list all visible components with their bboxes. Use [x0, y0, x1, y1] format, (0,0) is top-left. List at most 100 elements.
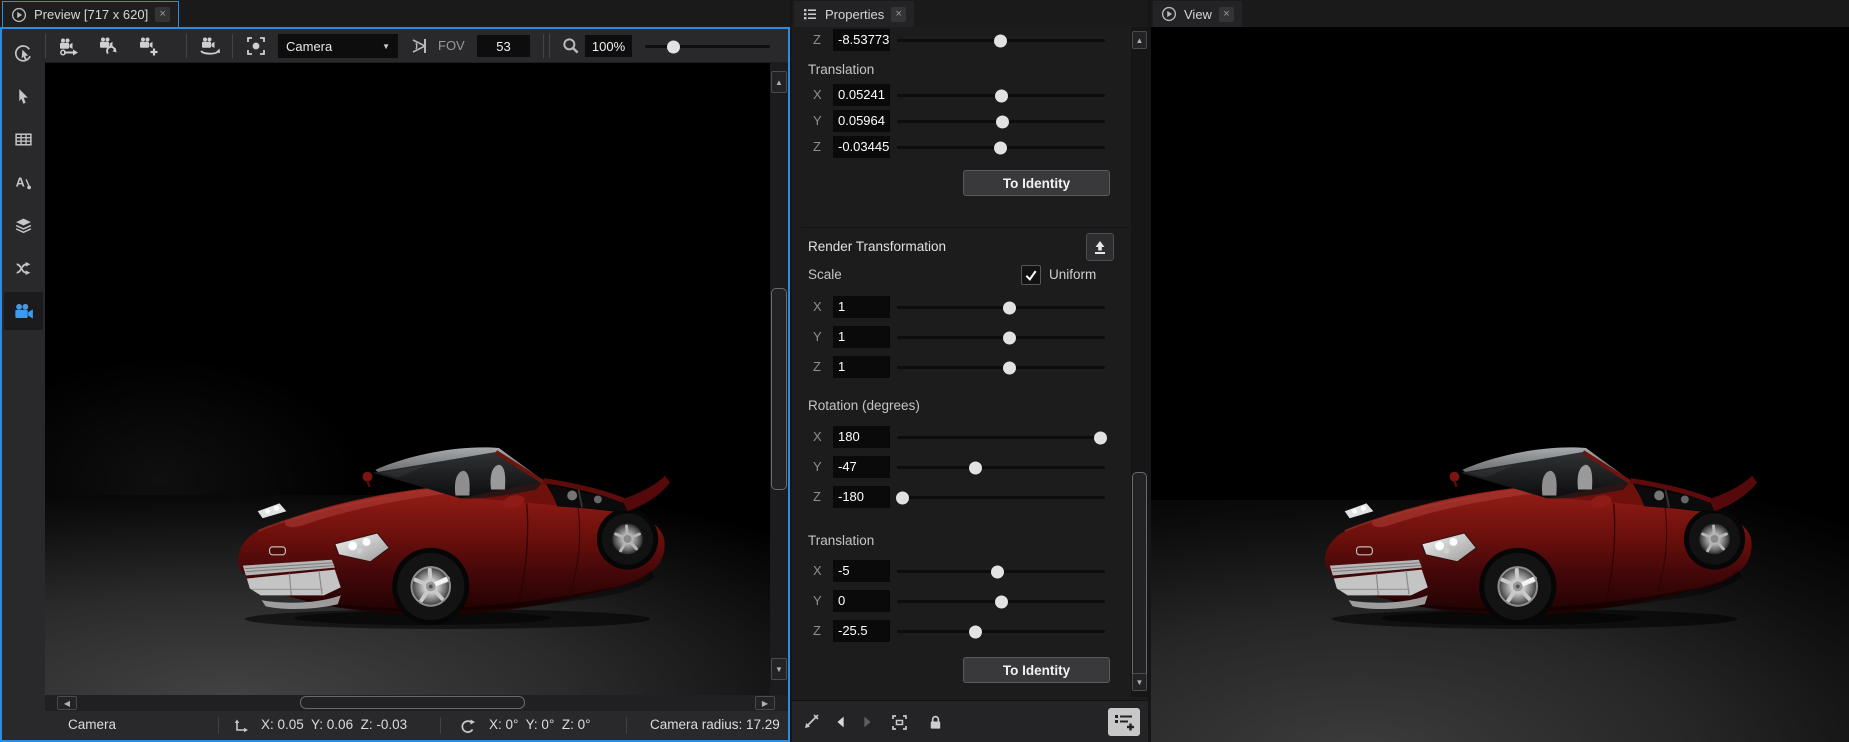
slider-thumb[interactable]: [667, 40, 680, 53]
viewport-hscrollbar[interactable]: ◀ ▶: [45, 695, 788, 711]
slider-thumb[interactable]: [1094, 431, 1107, 444]
value-input[interactable]: 1: [833, 356, 890, 378]
slider[interactable]: [897, 600, 1105, 603]
uniform-checkbox[interactable]: [1021, 265, 1041, 285]
slider-thumb[interactable]: [994, 34, 1007, 47]
slider[interactable]: [897, 630, 1105, 633]
scroll-up-icon[interactable]: ▲: [771, 71, 787, 93]
scroll-left-icon[interactable]: ◀: [57, 696, 77, 710]
camera-select-dropdown[interactable]: Camera ▼: [278, 34, 398, 58]
slider[interactable]: [897, 366, 1105, 369]
status-position: X: 0.05 Y: 0.06 Z: -0.03: [261, 717, 407, 732]
sidebar-item-camera[interactable]: [4, 292, 43, 330]
slider[interactable]: [897, 336, 1105, 339]
value-input[interactable]: 0.05241: [833, 84, 890, 106]
camera-select-value: Camera: [286, 39, 332, 54]
value-input[interactable]: -180: [833, 486, 890, 508]
fov-input[interactable]: 53: [477, 35, 530, 57]
properties-scrollbar[interactable]: ▲ ▼: [1131, 27, 1148, 697]
zoom-button: [557, 32, 585, 60]
slider-thumb[interactable]: [1003, 331, 1016, 344]
properties-panel: Properties × Z -8.53773 Translation X 0.…: [792, 0, 1148, 742]
slider[interactable]: [897, 436, 1105, 439]
sidebar-item-graph[interactable]: [4, 249, 43, 287]
sidebar-item-select[interactable]: [4, 77, 43, 115]
fit-frame-button[interactable]: [886, 709, 912, 735]
slider[interactable]: [897, 94, 1105, 97]
viewport-vscrollbar[interactable]: ▲ ▼: [770, 63, 788, 695]
scroll-up-icon[interactable]: ▲: [1132, 31, 1147, 49]
slider[interactable]: [897, 146, 1105, 149]
sidebar-item-pick[interactable]: [4, 34, 43, 72]
close-icon[interactable]: ×: [155, 7, 170, 22]
slider-thumb[interactable]: [995, 89, 1008, 102]
camera-rotate-button[interactable]: [95, 32, 123, 60]
vscroll-thumb[interactable]: [1132, 472, 1147, 680]
slider[interactable]: [897, 39, 1105, 42]
zoom-input[interactable]: 100%: [585, 35, 632, 57]
slider-thumb[interactable]: [896, 491, 909, 504]
preview-viewport[interactable]: ▲ ▼: [45, 63, 788, 695]
slider-thumb[interactable]: [1003, 361, 1016, 374]
tab-properties[interactable]: Properties ×: [794, 1, 914, 27]
to-identity-button[interactable]: To Identity: [963, 657, 1110, 683]
zoom-icon: [561, 36, 581, 56]
slider[interactable]: [897, 306, 1105, 309]
slider-thumb[interactable]: [991, 565, 1004, 578]
value-input[interactable]: 180: [833, 426, 890, 448]
sidebar-item-annotate[interactable]: A: [4, 163, 43, 201]
back-button[interactable]: [828, 709, 854, 735]
value-input[interactable]: -47: [833, 456, 890, 478]
slider[interactable]: [897, 120, 1105, 123]
sidebar-item-table[interactable]: [4, 120, 43, 158]
slider[interactable]: [897, 570, 1105, 573]
value-input[interactable]: -25.5: [833, 620, 890, 642]
view-render[interactable]: [1151, 27, 1849, 742]
zoom-slider[interactable]: [645, 45, 770, 48]
scroll-right-icon[interactable]: ▶: [755, 696, 775, 710]
scroll-down-icon[interactable]: ▼: [1132, 673, 1147, 691]
view-panel: View ×: [1151, 0, 1849, 742]
close-icon[interactable]: ×: [1219, 7, 1234, 22]
unpin-button[interactable]: [798, 709, 824, 735]
camera-track-button[interactable]: [55, 32, 83, 60]
value-input[interactable]: 1: [833, 326, 890, 348]
transform-row: X 0.05241: [792, 84, 1130, 106]
value-input[interactable]: 0.05964: [833, 110, 890, 132]
value-input[interactable]: 1: [833, 296, 890, 318]
value-input[interactable]: -5: [833, 560, 890, 582]
slider-thumb[interactable]: [994, 141, 1007, 154]
camera-orbit-button[interactable]: [196, 32, 224, 60]
axis-label: X: [813, 429, 822, 444]
close-icon[interactable]: ×: [891, 7, 906, 22]
tab-view[interactable]: View ×: [1153, 1, 1242, 27]
camera-track-icon: [58, 35, 80, 57]
frame-selection-icon: [245, 35, 267, 57]
add-view-button[interactable]: [1108, 708, 1140, 736]
value-input[interactable]: 0: [833, 590, 890, 612]
slider-thumb[interactable]: [996, 115, 1009, 128]
transform-row: Z -0.03445: [792, 136, 1130, 158]
sidebar-item-layers[interactable]: [4, 206, 43, 244]
render-area[interactable]: [45, 63, 770, 695]
slider-thumb[interactable]: [1003, 301, 1016, 314]
value-input[interactable]: -8.53773: [833, 29, 890, 51]
status-rotation: X: 0° Y: 0° Z: 0°: [489, 717, 591, 732]
to-identity-button[interactable]: To Identity: [963, 170, 1110, 196]
export-button[interactable]: [1086, 233, 1114, 261]
lock-button[interactable]: [922, 709, 948, 735]
slider[interactable]: [897, 466, 1105, 469]
forward-button[interactable]: [854, 709, 880, 735]
hscroll-thumb[interactable]: [300, 696, 525, 709]
vscroll-thumb[interactable]: [771, 288, 787, 490]
slider-thumb[interactable]: [969, 625, 982, 638]
slider-thumb[interactable]: [995, 595, 1008, 608]
tab-preview[interactable]: Preview [717 x 620] ×: [2, 1, 179, 27]
frame-selection-button[interactable]: [242, 32, 270, 60]
slider[interactable]: [897, 496, 1105, 499]
camera-add-button[interactable]: [135, 32, 163, 60]
car-render: [1317, 440, 1762, 633]
slider-thumb[interactable]: [969, 461, 982, 474]
value-input[interactable]: -0.03445: [833, 136, 890, 158]
scroll-down-icon[interactable]: ▼: [771, 658, 787, 680]
